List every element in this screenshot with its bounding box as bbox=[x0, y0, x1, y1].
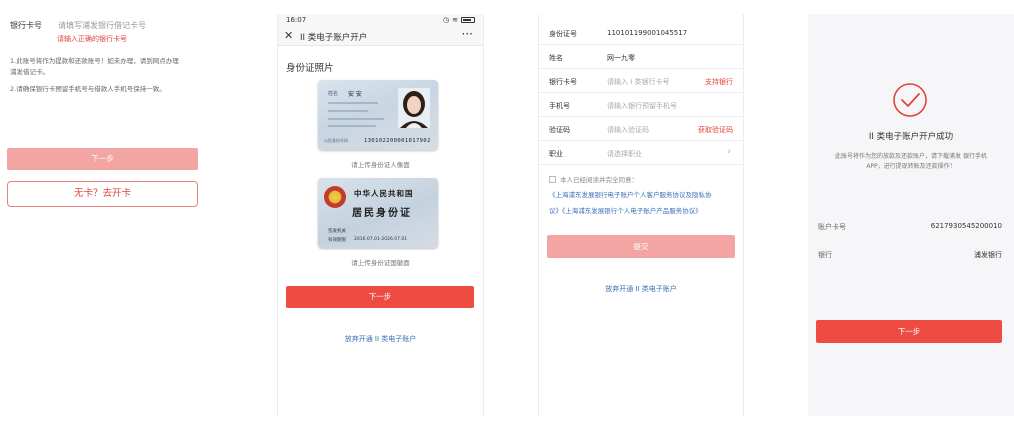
bank-label: 银行 bbox=[818, 251, 832, 259]
no-card-open-button[interactable]: 无卡？去开卡 bbox=[7, 181, 198, 207]
code-input[interactable]: 请输入验证码 bbox=[607, 125, 649, 135]
card-text-line bbox=[328, 118, 384, 120]
id-card-back-upload[interactable]: 中华人民共和国 居民身份证 签发机关 有效期限 2016.07.01-2026.… bbox=[318, 178, 438, 248]
back-caption: 请上传身份证国徽面 bbox=[351, 259, 410, 267]
card-name-label: 姓名 bbox=[328, 91, 339, 97]
phone-label: 手机号 bbox=[549, 102, 570, 110]
card-validity-value: 2016.07.01-2026.07.01 bbox=[354, 237, 408, 242]
form-row-occupation[interactable]: 职业 请选择职业 › bbox=[539, 141, 743, 165]
form-row-code: 验证码 请输入验证码 获取验证码 bbox=[539, 117, 743, 141]
form-row-bank-card: 银行卡号 请输入 I 类银行卡号 支持银行 bbox=[539, 69, 743, 93]
card-issuer-label: 签发机关 bbox=[328, 229, 346, 234]
agree-checkbox[interactable] bbox=[549, 175, 556, 183]
code-label: 验证码 bbox=[549, 126, 570, 134]
desc-line-2: APP，进行提现转账及还款操作！ bbox=[866, 163, 956, 170]
agree-row[interactable]: 本人已经阅读并完全同意： bbox=[549, 174, 638, 184]
bank-row: 银行 浦发银行 bbox=[808, 242, 1014, 268]
card-text-line bbox=[328, 102, 378, 104]
success-check-icon bbox=[893, 83, 927, 117]
portrait-icon bbox=[400, 91, 428, 128]
battery-icon bbox=[461, 17, 475, 23]
account-row: 账户卡号 6217930545200010 bbox=[808, 214, 1014, 240]
agree-text: 本人已经阅读并完全同意： bbox=[560, 176, 638, 184]
name-value: 网一九零 bbox=[607, 54, 635, 62]
chevron-right-icon: › bbox=[727, 147, 731, 157]
id-value: 110101199001045517 bbox=[607, 29, 688, 37]
status-icons: ◷ ≋ bbox=[443, 16, 475, 24]
status-bar: 16:07 ◷ ≋ bbox=[278, 14, 483, 26]
bank-value: 浦发银行 bbox=[974, 251, 1002, 259]
form-row-id: 身份证号 110101199001045517 bbox=[539, 21, 743, 45]
alarm-icon: ◷ bbox=[443, 16, 450, 24]
next-button-disabled[interactable]: 下一步 bbox=[7, 148, 198, 170]
note-1: 1.此账号将作为提款和还款账号！如未办理，请到网点办理 浦发借记卡。 bbox=[10, 56, 198, 78]
nav-bar: ✕ II 类电子账户开户 ··· bbox=[278, 26, 483, 46]
close-icon[interactable]: ✕ bbox=[284, 29, 293, 42]
bank-card-label: 银行卡号 bbox=[549, 78, 577, 86]
desc-line-1: 此账号将作为您的放款及还款账户，请下载浦发 银行手机 bbox=[835, 153, 987, 160]
next-button[interactable]: 下一步 bbox=[816, 320, 1002, 343]
bank-card-label: 银行卡号 bbox=[10, 21, 42, 30]
front-caption: 请上传身份证人像面 bbox=[351, 161, 410, 169]
national-emblem-icon bbox=[324, 186, 346, 208]
card-validity-label: 有效期限 bbox=[328, 238, 346, 243]
supported-banks-link[interactable]: 支持银行 bbox=[705, 77, 733, 87]
card-id-number: 130102200001017902 bbox=[364, 138, 431, 144]
success-screen: II 类电子账户开户成功 此账号将作为您的放款及还款账户，请下载浦发 银行手机 … bbox=[808, 14, 1014, 416]
occupation-label: 职业 bbox=[549, 150, 563, 158]
section-title: 身份证照片 bbox=[286, 63, 334, 74]
form-row-phone: 手机号 请输入银行预留手机号 bbox=[539, 93, 743, 117]
get-code-button[interactable]: 获取验证码 bbox=[698, 125, 733, 135]
next-button[interactable]: 下一步 bbox=[286, 286, 474, 308]
nav-title: II 类电子账户开户 bbox=[300, 33, 368, 43]
success-description: 此账号将作为您的放款及还款账户，请下载浦发 银行手机 APP，进行提现转账及还款… bbox=[820, 152, 1002, 172]
note-1-line-2: 浦发借记卡。 bbox=[10, 68, 49, 76]
id-label: 身份证号 bbox=[549, 30, 577, 38]
card-title: 居民身份证 bbox=[352, 208, 412, 219]
agreement-link-1[interactable]: 《上海浦东发展银行电子账户个人客户服务协议及隐私协 bbox=[549, 190, 739, 200]
card-number-label: 公民身份号码 bbox=[324, 138, 348, 143]
note-2: 2.请确保银行卡预留手机号与借款人手机号保持一致。 bbox=[10, 85, 166, 93]
success-title: II 类电子账户开户成功 bbox=[868, 132, 954, 142]
id-card-front-upload[interactable]: 姓名 安 安 公民身份号码 130102200001017902 bbox=[318, 80, 438, 150]
wifi-icon: ≋ bbox=[452, 16, 458, 24]
account-label: 账户卡号 bbox=[818, 223, 846, 231]
bank-card-input[interactable]: 请填写浦发银行借记卡号 bbox=[58, 20, 146, 31]
phone-input[interactable]: 请输入银行预留手机号 bbox=[607, 101, 677, 111]
note-1-line-1: 1.此账号将作为提款和还款账号！如未办理，请到网点办理 bbox=[10, 57, 179, 65]
name-label: 姓名 bbox=[549, 54, 563, 62]
agreement-link-2[interactable]: 议》《上海浦东发展银行个人电子账户产品服务协议》 bbox=[549, 206, 739, 216]
giveup-link[interactable]: 放弃开通 II 类电子账户 bbox=[539, 284, 743, 294]
portrait-photo bbox=[398, 88, 430, 128]
id-photo-screen: 16:07 ◷ ≋ ✕ II 类电子账户开户 ··· 身份证照片 姓名 安 安 … bbox=[277, 14, 484, 416]
giveup-link[interactable]: 放弃开通 II 类电子账户 bbox=[278, 334, 483, 344]
status-time: 16:07 bbox=[286, 16, 307, 24]
account-value: 6217930545200010 bbox=[930, 222, 1002, 230]
bank-card-input[interactable]: 请输入 I 类银行卡号 bbox=[607, 77, 670, 87]
bank-card-error: 请输入正确的银行卡号 bbox=[57, 35, 127, 43]
bank-card-row[interactable]: 银行卡号 请填写浦发银行借记卡号 bbox=[10, 20, 146, 31]
more-icon[interactable]: ··· bbox=[462, 27, 473, 41]
card-name-value: 安 安 bbox=[348, 91, 362, 98]
card-text-line bbox=[328, 125, 376, 127]
occupation-select[interactable]: 请选择职业 bbox=[607, 149, 642, 159]
bank-card-screen: 银行卡号 请填写浦发银行借记卡号 请输入正确的银行卡号 1.此账号将作为提款和还… bbox=[0, 14, 205, 416]
account-form-screen: 身份证号 110101199001045517 姓名 网一九零 银行卡号 请输入… bbox=[538, 14, 744, 416]
form-row-name: 姓名 网一九零 bbox=[539, 45, 743, 69]
submit-button-disabled[interactable]: 提交 bbox=[547, 235, 735, 258]
card-text-line bbox=[328, 110, 368, 112]
card-country: 中华人民共和国 bbox=[354, 189, 414, 198]
